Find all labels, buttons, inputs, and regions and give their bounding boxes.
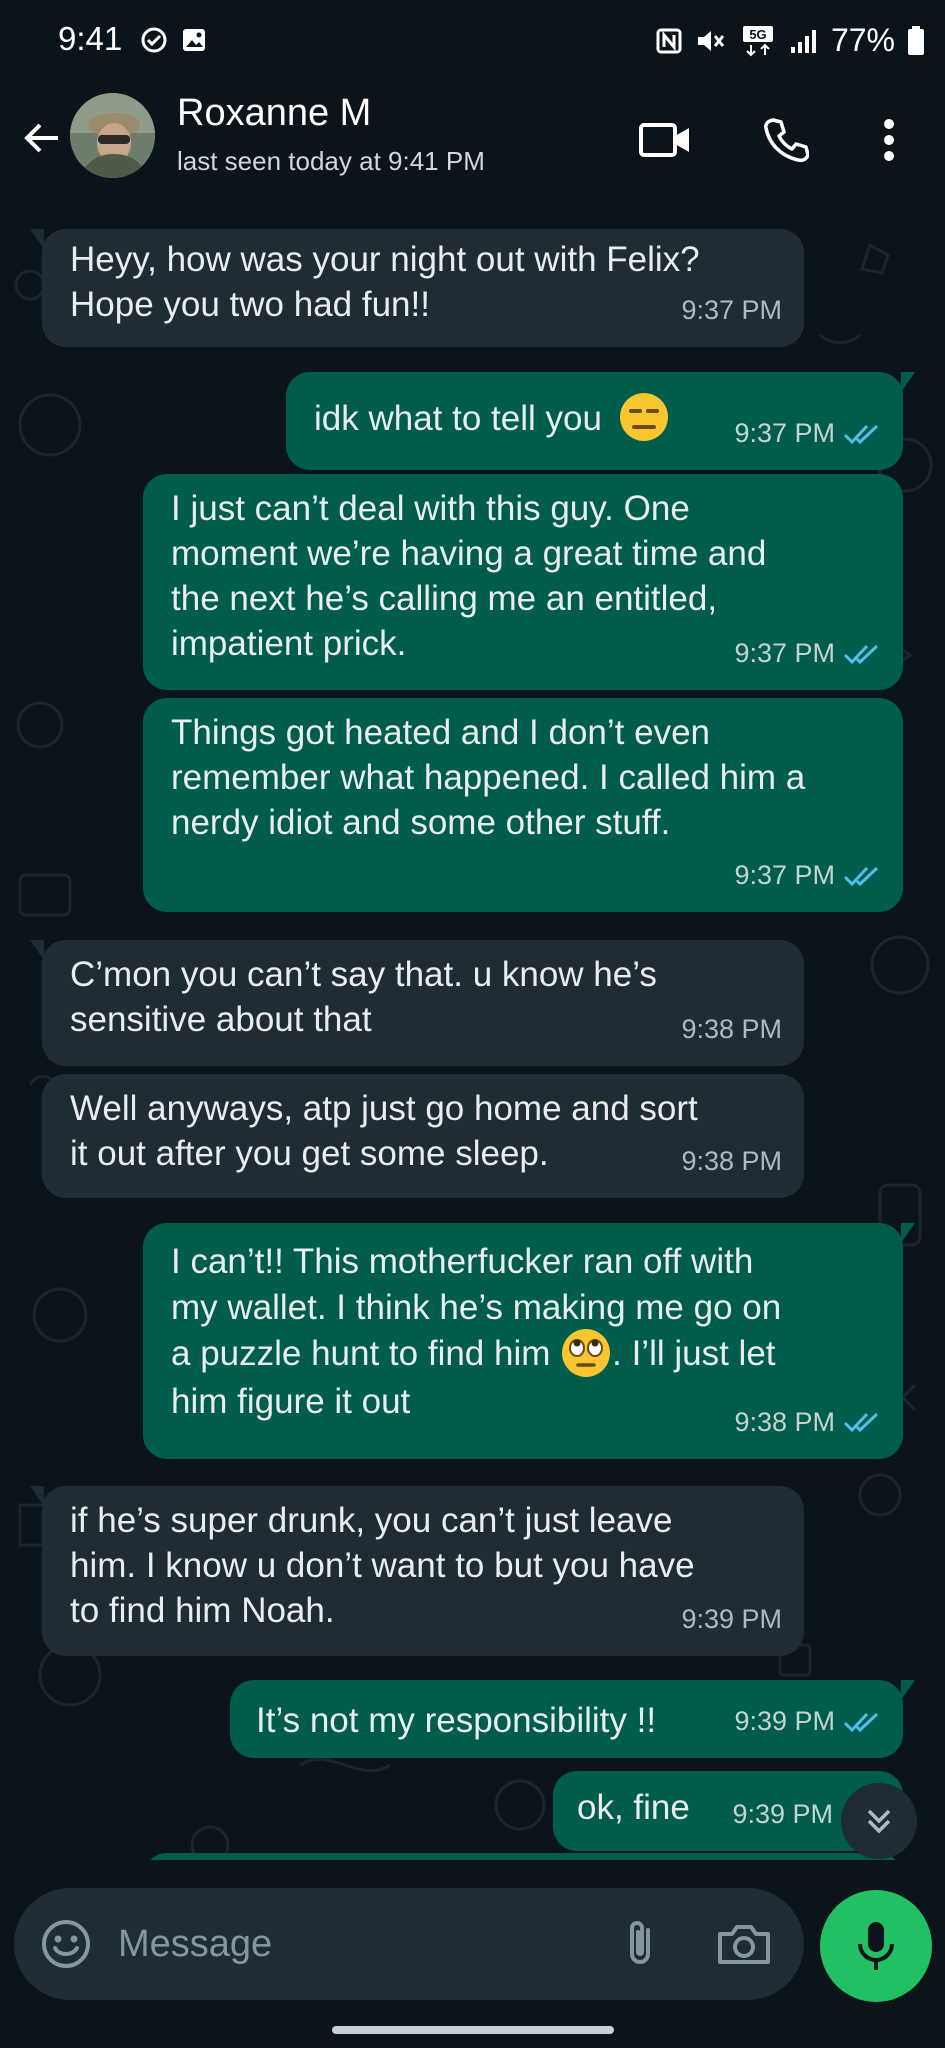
avatar[interactable] [70, 93, 155, 178]
message-time: 9:39 PM [681, 1604, 782, 1634]
message-time: 9:38 PM [681, 1014, 782, 1044]
message-text: Things got heated and I don’t even remem… [171, 713, 806, 842]
read-receipt-icon [843, 1412, 879, 1433]
scroll-to-bottom-button[interactable] [841, 1783, 917, 1859]
contact-name[interactable]: Roxanne M [177, 92, 371, 135]
message-time: 9:39 PM [732, 1799, 833, 1829]
message-text: Well anyways, atp just go home and sort … [70, 1089, 698, 1173]
eye-roll-face-icon [562, 1328, 611, 1377]
microphone-icon [858, 1922, 894, 1970]
contact-last-seen: last seen today at 9:41 PM [177, 146, 485, 176]
home-indicator [332, 2026, 614, 2034]
expressionless-face-icon [619, 392, 668, 441]
read-receipt-icon [843, 866, 879, 886]
message-time: 9:37 PM [734, 638, 835, 668]
message-text: C’mon you can’t say that. u know he’s se… [70, 955, 657, 1039]
message-text: ok, fine [577, 1788, 690, 1827]
phone-icon [764, 118, 809, 163]
status-time: 9:41 [58, 20, 123, 57]
more-vertical-icon [884, 119, 894, 161]
message-bubble-outgoing[interactable]: It’s not my responsibility !! 9:39 PM [230, 1680, 915, 1758]
nfc-icon [656, 28, 682, 53]
message-bubble-incoming[interactable]: Well anyways, atp just go home and sort … [42, 1074, 804, 1198]
network-5g-icon: 5G [742, 25, 773, 56]
message-input[interactable] [118, 1918, 558, 1970]
voice-message-button[interactable] [820, 1890, 932, 2002]
message-time: 9:38 PM [734, 1407, 835, 1437]
paperclip-icon[interactable] [614, 1916, 670, 1972]
svg-text:5G: 5G [749, 27, 766, 42]
read-receipt-icon [843, 644, 879, 664]
gallery-icon [183, 29, 205, 51]
battery-percentage: 77% [830, 22, 895, 58]
chat-header: Roxanne M last seen today at 9:41 PM [0, 80, 945, 205]
check-circle-icon [141, 27, 167, 53]
message-text: idk what to tell you [314, 399, 602, 438]
avatar-image [70, 93, 155, 178]
back-arrow-icon[interactable] [18, 114, 66, 162]
message-bubble-outgoing[interactable]: idk what to tell you 9:37 PM [286, 372, 915, 470]
message-bubble-outgoing[interactable]: I just can’t deal with this guy. One mom… [143, 474, 903, 690]
message-bubble-outgoing[interactable]: Things got heated and I don’t even remem… [143, 698, 903, 912]
mute-icon [697, 30, 725, 51]
message-time: 9:37 PM [734, 418, 835, 448]
message-bubble-incoming[interactable]: C’mon you can’t say that. u know he’s se… [30, 940, 804, 1066]
message-bubble-outgoing[interactable] [143, 1853, 903, 1860]
signal-icon [790, 29, 816, 53]
message-list[interactable]: Heyy, how was your night out with Felix?… [0, 205, 945, 1860]
read-receipt-icon [843, 1712, 879, 1732]
voice-call-button[interactable] [755, 110, 815, 170]
message-time: 9:37 PM [734, 860, 835, 890]
message-bubble-incoming[interactable]: if he’s super drunk, you can’t just leav… [30, 1486, 804, 1656]
message-input-pill [14, 1888, 804, 2000]
message-time: 9:38 PM [681, 1146, 782, 1176]
message-bubble-outgoing[interactable]: I can’t!! This motherfucker ran off with… [143, 1223, 915, 1459]
video-camera-icon [639, 123, 689, 157]
battery-icon [908, 25, 924, 55]
message-time: 9:37 PM [681, 295, 782, 325]
message-text: Heyy, how was your night out with Felix?… [70, 240, 700, 324]
more-options-button[interactable] [859, 110, 919, 170]
message-text: if he’s super drunk, you can’t just leav… [70, 1501, 695, 1630]
camera-icon[interactable] [714, 1916, 774, 1972]
read-receipt-icon [843, 424, 879, 444]
message-text: It’s not my responsibility !! [256, 1701, 657, 1740]
message-bubble-incoming[interactable]: Heyy, how was your night out with Felix?… [30, 229, 804, 347]
status-bar: 9:41 5G 77% [0, 0, 945, 80]
message-time: 9:39 PM [734, 1706, 835, 1736]
video-call-button[interactable] [636, 110, 696, 170]
double-chevron-down-icon [867, 1809, 891, 1834]
composer [0, 1860, 945, 2048]
emoji-icon[interactable] [38, 1916, 94, 1972]
